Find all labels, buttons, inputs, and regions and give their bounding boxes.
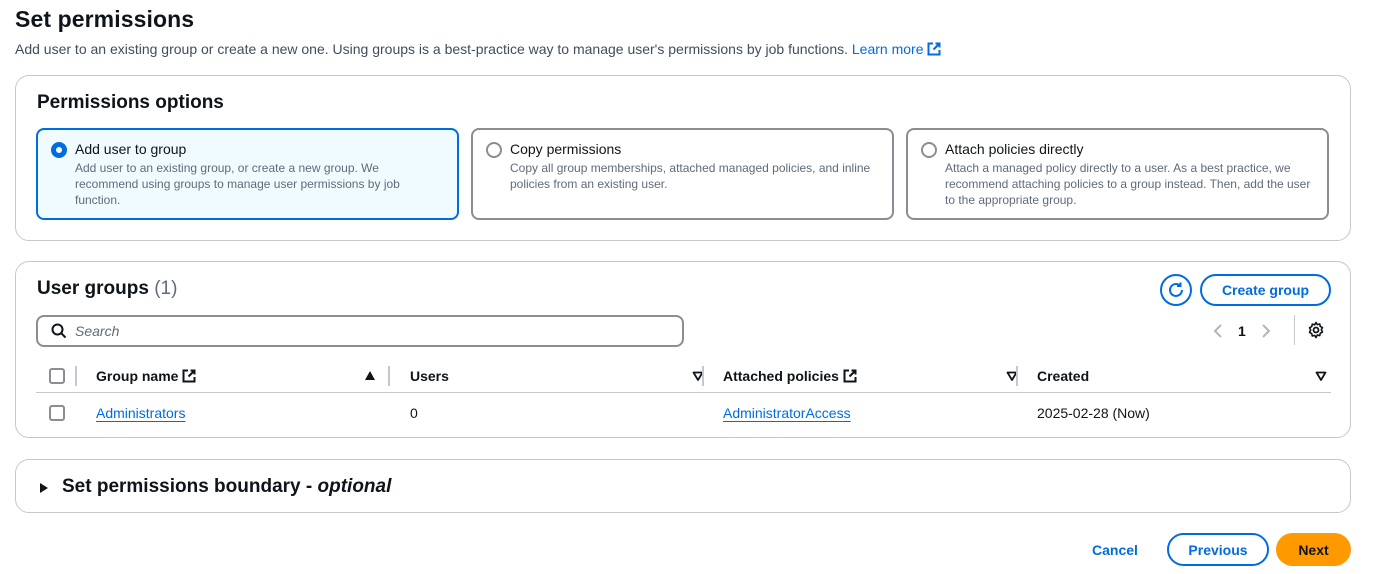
column-header-group-name[interactable]: Group name [96, 359, 196, 393]
external-link-icon [843, 369, 857, 383]
refresh-icon [1169, 282, 1183, 297]
table-settings-button[interactable] [1306, 320, 1326, 340]
cancel-button[interactable]: Cancel [1080, 534, 1150, 566]
option-description: Attach a managed policy directly to a us… [945, 161, 1311, 207]
search-icon [51, 323, 67, 339]
user-groups-title: User groups (1) [37, 278, 177, 300]
cell-users: 0 [410, 405, 418, 421]
cell-attached-policies: AdministratorAccess [723, 393, 851, 433]
caret-right-icon[interactable] [39, 482, 49, 494]
cell-group-name: Administrators [96, 393, 185, 433]
column-divider [1016, 366, 1018, 386]
radio-add-user-to-group[interactable] [51, 142, 67, 158]
radio-copy-permissions[interactable] [486, 142, 502, 158]
user-groups-title-text: User groups [37, 278, 149, 299]
sort-ascending-icon[interactable] [364, 369, 376, 383]
table-header: Group name Users Attached policies Creat… [36, 359, 1331, 393]
permissions-options-title: Permissions options [37, 92, 224, 113]
create-group-button[interactable]: Create group [1200, 274, 1331, 306]
option-label: Add user to group [75, 141, 187, 157]
option-label: Attach policies directly [945, 141, 1084, 157]
column-divider [75, 366, 77, 386]
learn-more-label: Learn more [851, 41, 924, 57]
option-description: Add user to an existing group, or create… [75, 161, 400, 207]
previous-button[interactable]: Previous [1167, 533, 1269, 566]
column-divider [702, 366, 704, 386]
radio-attach-policies-directly[interactable] [921, 142, 937, 158]
learn-more-link[interactable]: Learn more [852, 41, 942, 57]
permissions-options-panel: Permissions options Add user to group Ad… [15, 75, 1351, 241]
search-input[interactable] [75, 323, 635, 339]
pager-divider [1294, 315, 1295, 345]
pagination: 1 [1212, 319, 1272, 343]
permissions-boundary-title[interactable]: Set permissions boundary - optional [62, 476, 391, 498]
page-description-text: Add user to an existing group or create … [15, 41, 848, 57]
row-checkbox[interactable] [49, 405, 65, 421]
cell-created: 2025-02-28 (Now) [1037, 405, 1150, 421]
page-number[interactable]: 1 [1238, 323, 1246, 339]
option-add-user-to-group[interactable]: Add user to group Add user to an existin… [36, 128, 459, 220]
column-label: Group name [96, 368, 179, 384]
external-link-icon [927, 42, 941, 56]
option-description: Copy all group memberships, attached man… [510, 161, 871, 191]
group-name-link[interactable]: Administrators [96, 405, 185, 421]
chevron-left-icon[interactable] [1212, 323, 1224, 339]
option-attach-policies-directly[interactable]: Attach policies directly Attach a manage… [906, 128, 1329, 220]
user-groups-count: (1) [154, 278, 178, 299]
table-row[interactable]: Administrators 0 AdministratorAccess 202… [36, 393, 1331, 433]
select-all-checkbox[interactable] [49, 368, 65, 384]
permissions-boundary-panel[interactable]: Set permissions boundary - optional [15, 459, 1351, 513]
column-header-attached-policies[interactable]: Attached policies [723, 359, 857, 393]
attached-policy-link[interactable]: AdministratorAccess [723, 405, 851, 421]
boundary-title-text: Set permissions boundary - [62, 476, 318, 497]
page-title: Set permissions [15, 6, 195, 32]
external-link-icon [182, 369, 196, 383]
column-header-created[interactable]: Created [1037, 359, 1089, 393]
option-label: Copy permissions [510, 141, 622, 157]
boundary-optional-label: optional [317, 476, 392, 497]
next-button[interactable]: Next [1276, 533, 1351, 566]
option-copy-permissions[interactable]: Copy permissions Copy all group membersh… [471, 128, 894, 220]
page-description: Add user to an existing group or create … [15, 41, 941, 57]
column-divider [388, 366, 390, 386]
sort-caret-down-icon[interactable] [1315, 369, 1327, 383]
gear-icon [1308, 321, 1324, 339]
refresh-button[interactable] [1160, 274, 1192, 306]
search-box[interactable] [36, 315, 684, 347]
column-header-users[interactable]: Users [410, 359, 449, 393]
chevron-right-icon[interactable] [1260, 323, 1272, 339]
permissions-option-tiles: Add user to group Add user to an existin… [36, 128, 1329, 220]
column-label: Attached policies [723, 368, 839, 384]
user-groups-panel: User groups (1) Create group 1 Group nam… [15, 261, 1351, 438]
